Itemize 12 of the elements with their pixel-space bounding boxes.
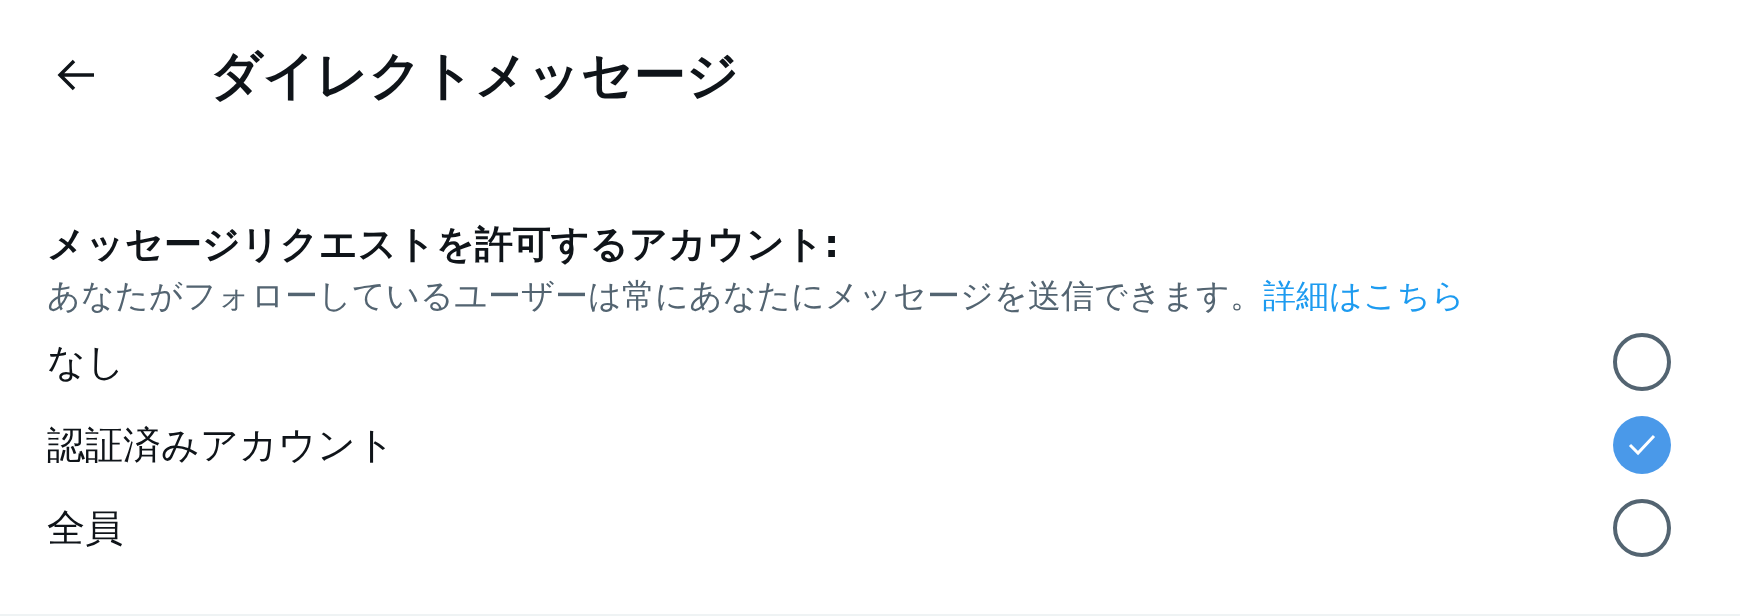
- radio-button[interactable]: [1613, 499, 1671, 558]
- checkmark-icon: [1627, 433, 1657, 458]
- radio-button[interactable]: [1613, 333, 1671, 392]
- radio-button[interactable]: [1613, 416, 1671, 475]
- back-arrow-icon: [56, 58, 96, 92]
- option-label: 全員: [47, 504, 123, 552]
- option-label: 認証済みアカウント: [47, 421, 395, 469]
- page-title: ダイレクトメッセージ: [210, 43, 739, 107]
- section-heading: メッセージリクエストを許可するアカウント:: [47, 221, 841, 268]
- description-text: あなたがフォローしているユーザーは常にあなたにメッセージを送信できます。: [47, 276, 1263, 316]
- learn-more-link[interactable]: 詳細はこちら: [1263, 276, 1465, 316]
- option-label: なし: [47, 338, 125, 386]
